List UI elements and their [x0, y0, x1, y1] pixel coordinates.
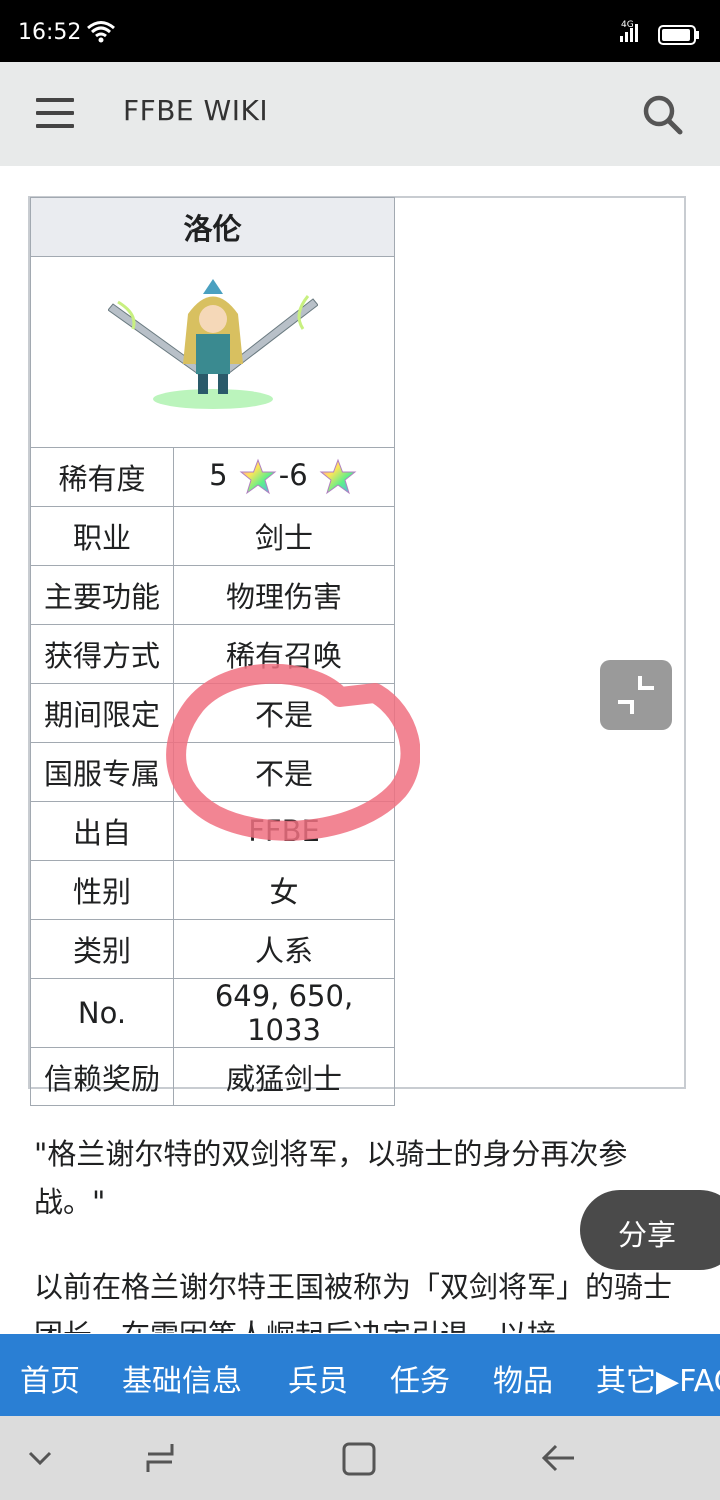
trust-reward-link[interactable]: 威猛剑士: [173, 1047, 395, 1106]
row-label: 类别: [30, 919, 174, 979]
infobox-title: 洛伦: [30, 197, 395, 257]
home-icon[interactable]: [340, 1440, 378, 1478]
nav-item-basic-info[interactable]: 基础信息: [122, 1356, 242, 1400]
row-label: 期间限定: [30, 683, 174, 743]
row-label: No.: [30, 978, 174, 1048]
chevron-down-icon[interactable]: [26, 1444, 54, 1472]
nav-item-units[interactable]: 兵员: [288, 1356, 348, 1400]
rarity-max: -6: [278, 458, 308, 492]
infobox-row-gender: 性别 女: [30, 860, 395, 920]
infobox-row-race: 类别 人系: [30, 919, 395, 979]
row-label: 获得方式: [30, 624, 174, 684]
infobox-row-cn-exclusive: 国服专属 不是: [30, 742, 395, 802]
race-link[interactable]: 人系: [173, 919, 395, 979]
row-label: 信赖奖励: [30, 1047, 174, 1106]
origin-link[interactable]: FFBE: [173, 801, 395, 861]
nav-item-other[interactable]: 其它▶FAQ: [596, 1356, 720, 1400]
row-label: 职业: [30, 506, 174, 566]
site-title[interactable]: FFBE WIKI: [123, 94, 268, 127]
row-value: 剑士: [173, 506, 395, 566]
app-header: [0, 62, 720, 166]
row-value: 不是: [173, 742, 395, 802]
row-value: 649, 650, 1033: [173, 978, 395, 1048]
row-label: 主要功能: [30, 565, 174, 625]
character-description: 以前在格兰谢尔特王国被称为「双剑将军」的骑士团长。在雷因等人崛起后决定引退，以接: [34, 1270, 673, 1333]
battery-icon: [658, 25, 699, 45]
row-value: 女: [173, 860, 395, 920]
wifi-icon: [87, 21, 115, 43]
row-label: 稀有度: [30, 447, 174, 507]
infobox-row-job: 职业 剑士: [30, 506, 395, 566]
character-sprite-image: [106, 278, 319, 409]
collapse-icon: [618, 676, 654, 714]
infobox-row-obtain: 获得方式 稀有召唤: [30, 624, 395, 684]
status-bar: 16:52 4G: [0, 0, 720, 62]
rainbow-star-icon: [319, 458, 357, 495]
search-icon[interactable]: [640, 92, 684, 136]
infobox-row-origin: 出自 FFBE: [30, 801, 395, 861]
status-time: 16:52: [18, 20, 82, 45]
back-icon[interactable]: [540, 1440, 578, 1476]
collapse-fullscreen-button[interactable]: [600, 660, 672, 730]
recent-apps-icon[interactable]: [142, 1440, 178, 1476]
row-value: 稀有召唤: [173, 624, 395, 684]
nav-item-quests[interactable]: 任务: [390, 1356, 450, 1400]
character-sprite: [30, 256, 395, 448]
infobox-row-rarity: 稀有度 5 -6: [30, 447, 395, 507]
row-value: 不是: [173, 683, 395, 743]
share-button-label: 分享: [618, 1218, 677, 1252]
infobox-row-role: 主要功能 物理伤害: [30, 565, 395, 625]
infobox-row-number: No. 649, 650, 1033: [30, 978, 395, 1048]
nav-item-items[interactable]: 物品: [493, 1356, 553, 1400]
rarity-value: 5 -6: [173, 447, 395, 507]
rainbow-star-icon: [239, 458, 277, 495]
rarity-min: 5: [209, 458, 228, 492]
infobox-row-trust-reward: 信赖奖励 威猛剑士: [30, 1047, 395, 1106]
system-nav-bar: [0, 1416, 720, 1500]
signal-strength-icon: [620, 24, 638, 42]
row-label: 出自: [30, 801, 174, 861]
character-infobox: 洛伦 稀有度 5 -6 职业 剑士 主要功能 物理伤害 获得方式 稀有召唤 期间…: [30, 197, 395, 1106]
row-value: 物理伤害: [173, 565, 395, 625]
row-label: 国服专属: [30, 742, 174, 802]
bottom-site-nav: 首页 基础信息 兵员 任务 物品 其它▶FAQ: [0, 1334, 720, 1416]
share-button[interactable]: 分享: [580, 1190, 720, 1270]
infobox-row-limited: 期间限定 不是: [30, 683, 395, 743]
row-label: 性别: [30, 860, 174, 920]
hamburger-menu-icon[interactable]: [36, 98, 74, 128]
nav-item-home[interactable]: 首页: [20, 1356, 80, 1400]
